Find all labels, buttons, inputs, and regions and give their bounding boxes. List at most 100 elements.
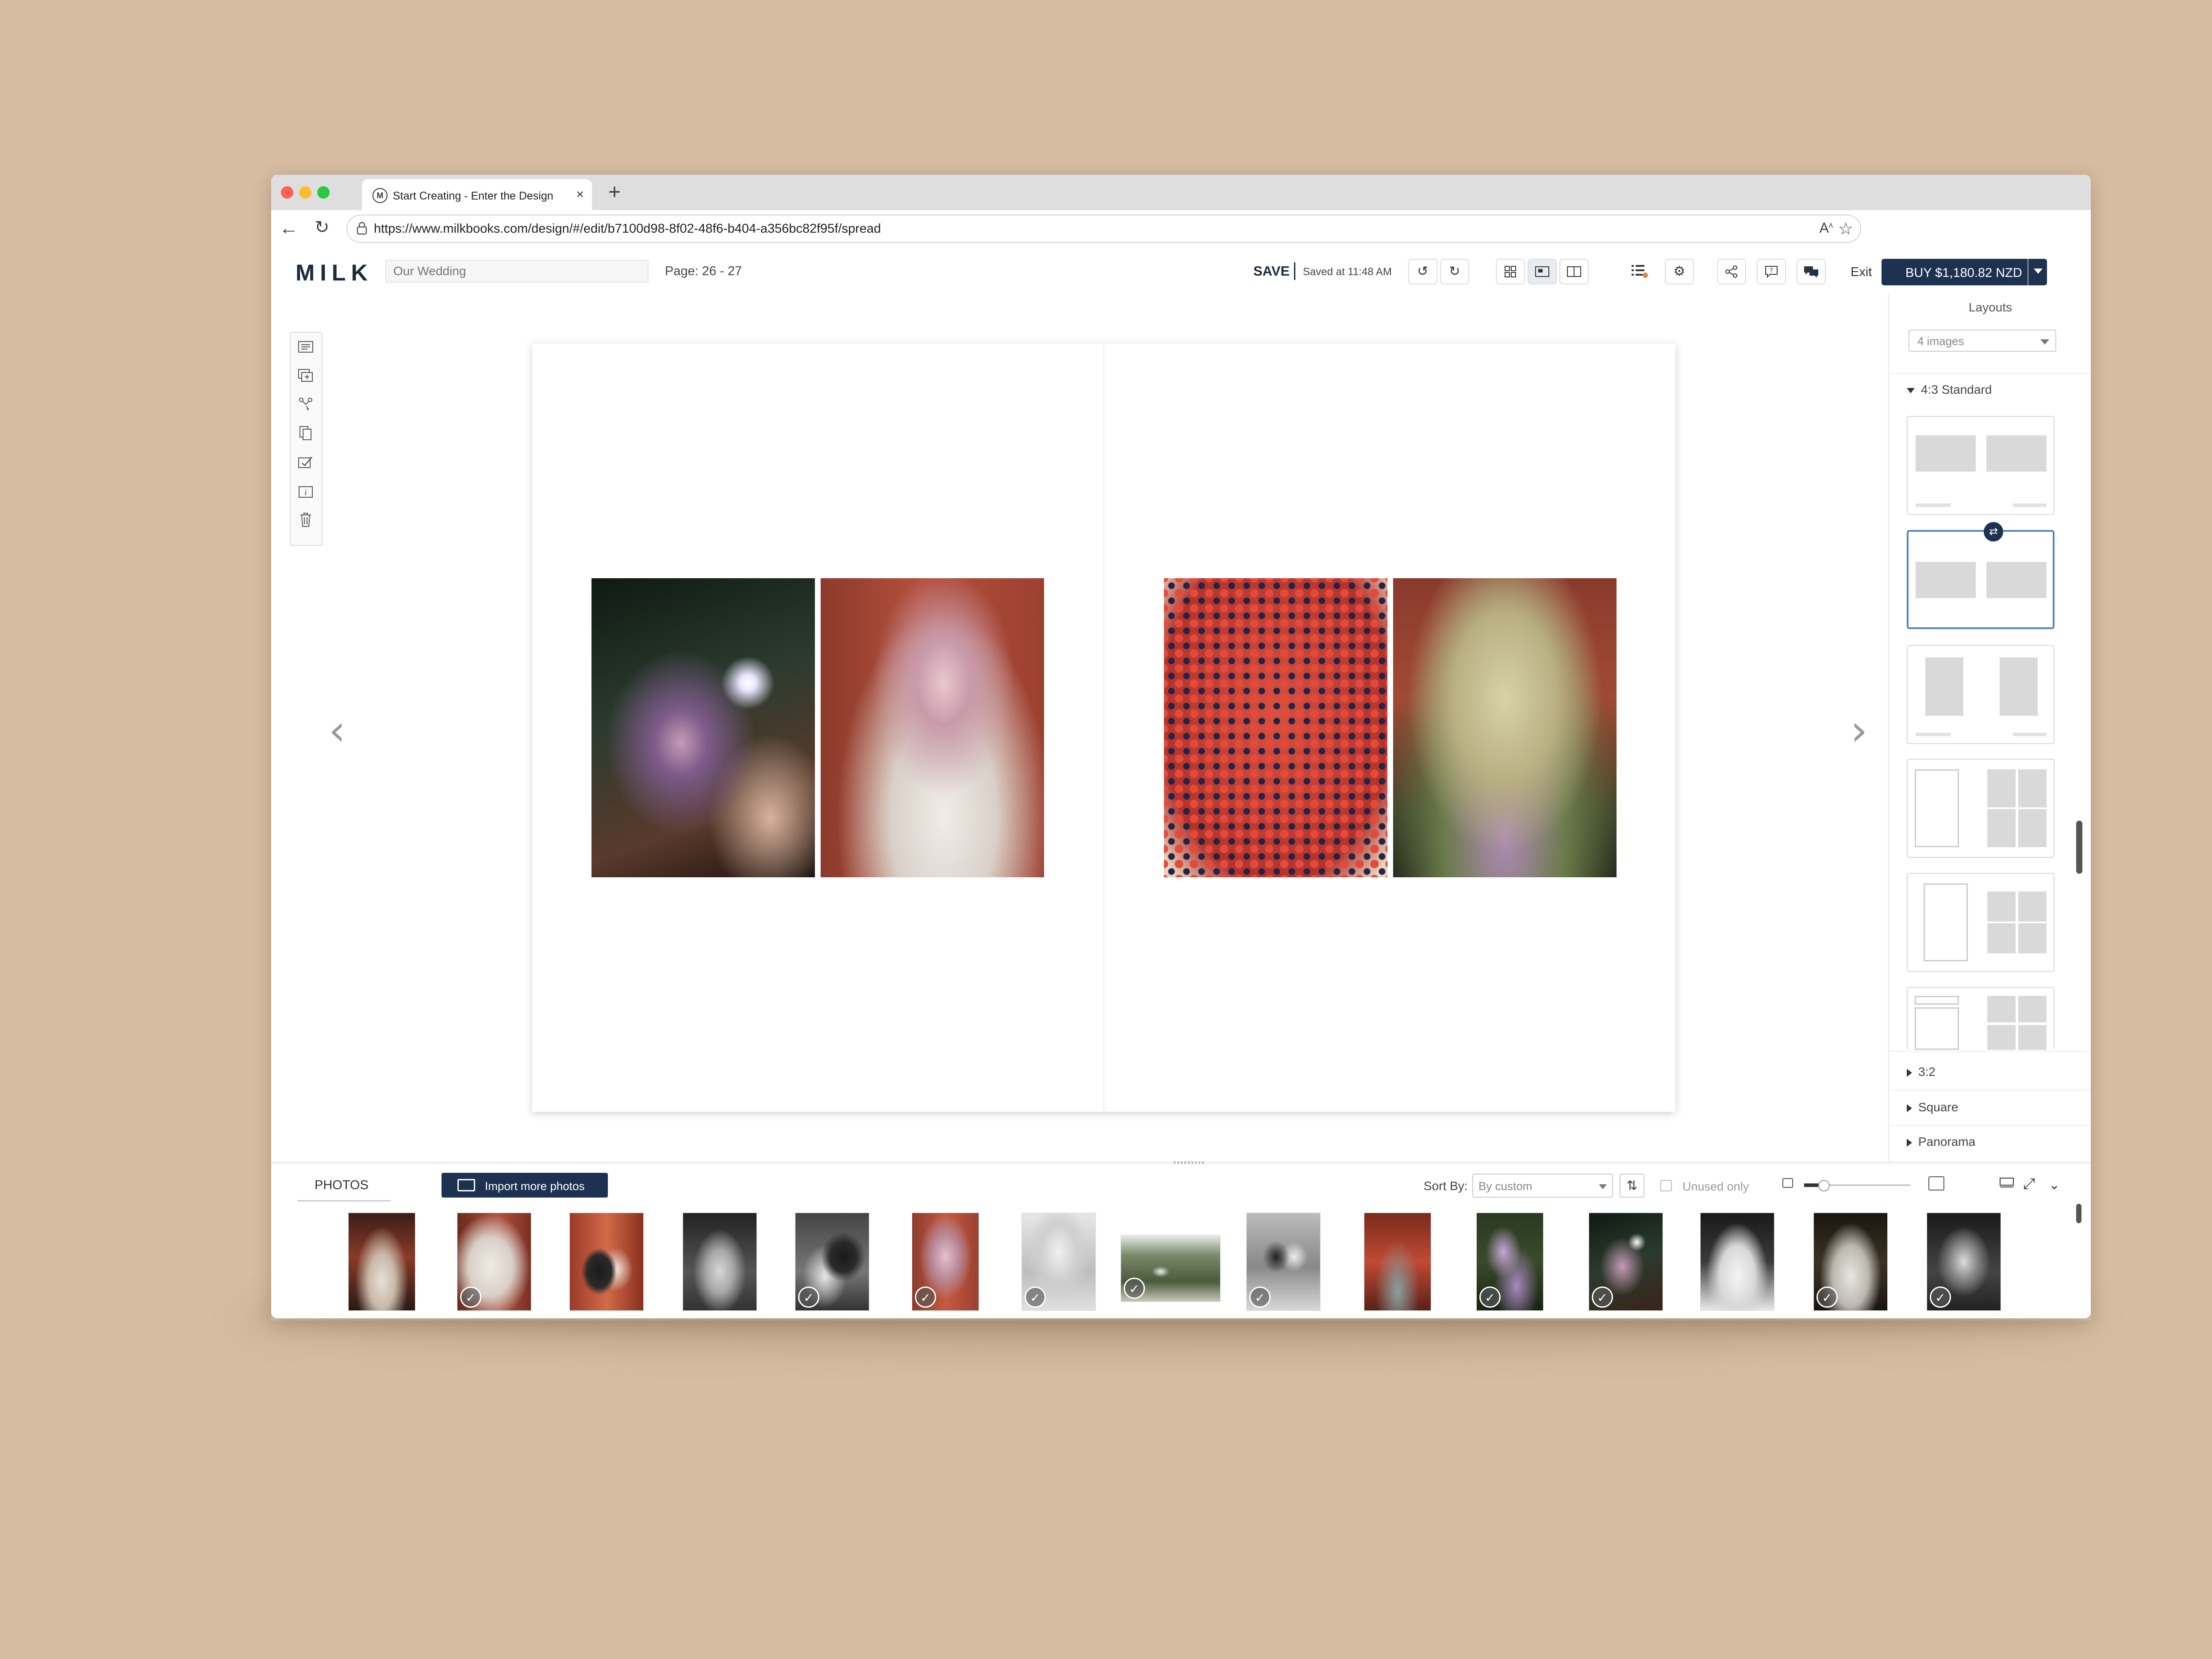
text-box-icon[interactable] bbox=[296, 339, 315, 358]
collapse-chevron-down-icon[interactable]: ⌄ bbox=[2049, 1177, 2060, 1193]
single-page-view-icon[interactable] bbox=[1528, 259, 1557, 284]
layout-block bbox=[2000, 657, 2038, 716]
grid-view-icon[interactable] bbox=[1496, 259, 1525, 284]
photo-thumbnail[interactable] bbox=[348, 1213, 415, 1311]
zoom-slider-handle[interactable] bbox=[1818, 1180, 1830, 1191]
caret-right-icon bbox=[1907, 1138, 1912, 1147]
layouts-scrollbar[interactable] bbox=[2076, 821, 2082, 874]
buy-button-label: BUY $1,180.82 NZD bbox=[1905, 266, 2022, 280]
photo-thumbnail[interactable]: ✓ bbox=[1927, 1213, 2001, 1311]
photos-scrollbar[interactable] bbox=[2076, 1204, 2081, 1223]
svg-text:?: ? bbox=[1770, 267, 1773, 274]
read-aloud-icon[interactable]: Aʌ bbox=[1820, 220, 1833, 236]
browser-tab[interactable]: M Start Creating - Enter the Design × bbox=[362, 179, 592, 210]
layout-block bbox=[1986, 562, 2047, 598]
strip-layout-icon[interactable] bbox=[1999, 1175, 2015, 1193]
browser-window: M Start Creating - Enter the Design × + … bbox=[271, 175, 2091, 1318]
layout-option[interactable] bbox=[1907, 416, 2055, 515]
layout-option-selected[interactable]: ⇄ bbox=[1907, 522, 2055, 629]
photo-slot-bride-bouquet[interactable] bbox=[821, 578, 1044, 877]
next-spread-chevron-right-icon[interactable]: › bbox=[1851, 706, 1867, 755]
unused-only-checkbox[interactable] bbox=[1660, 1180, 1672, 1191]
previous-spread-chevron-left-icon[interactable]: ‹ bbox=[329, 706, 346, 755]
close-window-button[interactable] bbox=[281, 186, 293, 199]
minimize-window-button[interactable] bbox=[299, 186, 311, 199]
layout-option[interactable] bbox=[1907, 645, 2055, 744]
photo-slot-table-flowers[interactable] bbox=[1393, 578, 1617, 877]
sort-direction-icon[interactable]: ⇅ bbox=[1620, 1174, 1644, 1198]
reload-icon[interactable]: ↻ bbox=[315, 217, 330, 238]
sort-select[interactable]: By custom bbox=[1472, 1174, 1613, 1198]
zoom-in-image-icon[interactable] bbox=[1928, 1176, 1944, 1190]
buy-options-chevron-icon[interactable] bbox=[2034, 269, 2043, 274]
layout-filter-value: 4 images bbox=[1917, 334, 1964, 348]
photo-thumbnail[interactable]: ✓ bbox=[795, 1213, 869, 1311]
svg-text:i: i bbox=[304, 488, 307, 497]
caret-right-icon bbox=[1907, 1068, 1912, 1077]
zoom-out-image-icon[interactable] bbox=[1782, 1178, 1793, 1188]
bookmark-star-icon[interactable]: ☆ bbox=[1838, 219, 1853, 239]
layout-block bbox=[1916, 562, 1976, 598]
copy-page-icon[interactable] bbox=[296, 426, 315, 445]
share-icon[interactable] bbox=[1717, 259, 1746, 284]
undo-icon[interactable]: ↺ bbox=[1408, 259, 1437, 284]
layout-block bbox=[2018, 809, 2047, 847]
maximize-window-button[interactable] bbox=[317, 186, 330, 199]
layout-group-panorama[interactable]: Panorama bbox=[1907, 1135, 1975, 1149]
close-tab-icon[interactable]: × bbox=[576, 187, 584, 202]
info-icon[interactable]: i bbox=[296, 484, 315, 503]
photo-thumbnail[interactable]: ✓ bbox=[1476, 1213, 1544, 1311]
chat-icon[interactable] bbox=[1797, 259, 1826, 284]
layout-filter-select[interactable]: 4 images bbox=[1909, 330, 2056, 352]
photo-thumbnail[interactable]: ✓ bbox=[457, 1213, 531, 1311]
lock-icon bbox=[357, 222, 367, 235]
new-tab-icon[interactable]: + bbox=[608, 180, 621, 204]
import-photos-button[interactable]: Import more photos bbox=[442, 1173, 608, 1198]
photos-tab[interactable]: PHOTOS bbox=[315, 1178, 369, 1193]
comment-icon[interactable]: ? bbox=[1757, 259, 1786, 284]
layout-block bbox=[2018, 769, 2047, 807]
spread-view-icon[interactable] bbox=[1559, 259, 1589, 284]
panel-divider bbox=[1889, 1125, 2091, 1126]
layout-option[interactable] bbox=[1907, 987, 2055, 1050]
photo-thumbnail[interactable] bbox=[1700, 1213, 1774, 1311]
layout-group-3-2[interactable]: 3:2 bbox=[1907, 1065, 1936, 1079]
auto-fill-icon[interactable] bbox=[296, 396, 315, 416]
panel-divider bbox=[1889, 1090, 2091, 1091]
photo-thumbnail[interactable] bbox=[1364, 1213, 1431, 1311]
layout-block bbox=[2018, 891, 2047, 922]
resize-handle[interactable] bbox=[1174, 1161, 1205, 1164]
layout-option[interactable] bbox=[1907, 873, 2055, 972]
add-page-icon[interactable] bbox=[296, 368, 315, 388]
photo-thumbnail[interactable]: ✓ bbox=[912, 1213, 979, 1311]
style-icon[interactable] bbox=[296, 455, 315, 474]
redo-icon[interactable]: ↻ bbox=[1440, 259, 1469, 284]
photo-thumbnail[interactable]: ✓ bbox=[1813, 1213, 1888, 1311]
trash-icon[interactable] bbox=[296, 512, 315, 532]
photo-thumbnail[interactable] bbox=[683, 1213, 757, 1311]
layout-group-4-3-standard[interactable]: 4:3 Standard bbox=[1907, 383, 1992, 397]
checklist-icon[interactable] bbox=[1625, 259, 1654, 284]
settings-icon[interactable]: ⚙ bbox=[1665, 259, 1694, 284]
layout-group-square[interactable]: Square bbox=[1907, 1100, 1958, 1114]
photo-thumbnail[interactable]: ✓ bbox=[1121, 1235, 1221, 1302]
photo-thumbnail[interactable]: ✓ bbox=[1246, 1213, 1321, 1311]
milk-logo[interactable]: MILK bbox=[296, 260, 373, 286]
tab-title: Start Creating - Enter the Design bbox=[393, 190, 553, 202]
design-canvas: i ‹ › bbox=[271, 294, 1888, 1161]
photo-thumbnail[interactable]: ✓ bbox=[1589, 1213, 1663, 1311]
swap-icon[interactable]: ⇄ bbox=[1984, 522, 2003, 541]
photo-slot-berry-tart[interactable] bbox=[1164, 578, 1387, 877]
photo-thumbnail[interactable] bbox=[569, 1213, 644, 1311]
photo-thumbnail[interactable]: ✓ bbox=[1022, 1213, 1096, 1311]
buy-button[interactable]: BUY $1,180.82 NZD bbox=[1882, 259, 2047, 285]
expand-icon[interactable]: ⤢ bbox=[2023, 1175, 2035, 1193]
save-button[interactable]: SAVE bbox=[1253, 263, 1290, 279]
url-field[interactable]: https://www.milkbooks.com/design/#/edit/… bbox=[346, 215, 1861, 243]
layout-caption-line bbox=[1916, 733, 1951, 736]
back-icon[interactable]: ← bbox=[279, 217, 299, 239]
book-name-input[interactable] bbox=[385, 260, 649, 283]
layout-option[interactable] bbox=[1907, 759, 2055, 858]
exit-button[interactable]: Exit bbox=[1851, 265, 1872, 280]
photo-slot-bouquet-night[interactable] bbox=[591, 578, 815, 877]
